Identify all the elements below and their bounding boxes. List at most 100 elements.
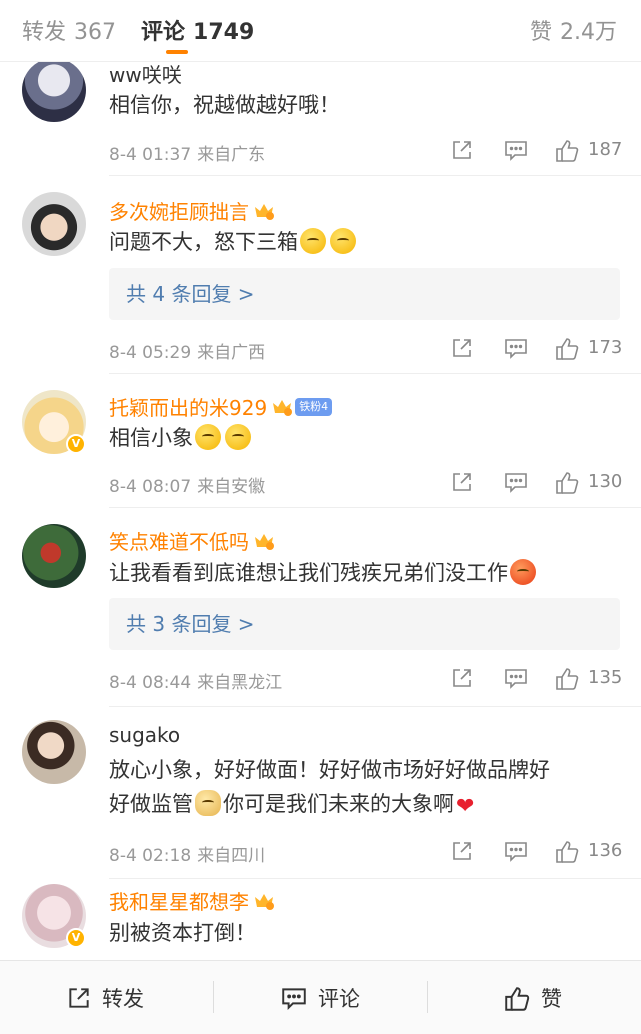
comment-text-content: 相信小象 bbox=[109, 426, 193, 450]
comment-time: 8-4 02:18 bbox=[109, 846, 192, 866]
emoji-icon bbox=[195, 424, 221, 450]
comment-meta: 8-4 08:44 来自黑龙江 bbox=[109, 668, 282, 693]
comment-text-content: 你可是我们未来的大象啊 bbox=[223, 792, 454, 816]
comment-author-name[interactable]: 多次婉拒顾拙言 bbox=[109, 196, 249, 225]
comment-location: 来自安徽 bbox=[197, 477, 266, 497]
comment-text: 相信你，祝越做越好哦！ bbox=[109, 93, 340, 117]
tab-comment[interactable]: 评论 1749 bbox=[141, 14, 254, 46]
like-icon bbox=[556, 338, 579, 360]
comment-text-line: 好做监管 你可是我们未来的大象啊❤ bbox=[109, 787, 629, 824]
avatar[interactable] bbox=[22, 62, 86, 122]
share-icon[interactable] bbox=[450, 839, 474, 865]
avatar[interactable] bbox=[22, 192, 86, 256]
divider bbox=[109, 175, 641, 176]
comment-author-name[interactable]: 笑点难道不低吗 bbox=[109, 526, 249, 555]
comment-time: 8-4 01:37 bbox=[109, 145, 192, 165]
like-button[interactable]: 135 bbox=[554, 666, 622, 692]
comment-actions: 173 bbox=[450, 336, 625, 362]
comment-location: 来自广西 bbox=[197, 343, 266, 363]
like-button[interactable]: 130 bbox=[554, 470, 622, 496]
like-button[interactable]: 173 bbox=[554, 336, 622, 362]
emoji-icon bbox=[300, 228, 326, 254]
comment-author[interactable]: sugako bbox=[109, 723, 180, 747]
like-count: 187 bbox=[588, 139, 623, 160]
share-icon[interactable] bbox=[450, 336, 474, 362]
share-icon[interactable] bbox=[450, 470, 474, 496]
comment-author[interactable]: ww咲咲 bbox=[109, 62, 182, 88]
comment-text-line: 放心小象，好好做面！好好做市场好好做品牌好 bbox=[109, 758, 550, 782]
like-icon bbox=[556, 668, 579, 690]
comment-text: 相信小象 bbox=[109, 421, 619, 455]
active-tab-indicator bbox=[166, 50, 188, 54]
comment-author[interactable]: 托颖而出的米929 铁粉4 bbox=[109, 392, 333, 421]
comment-author-name[interactable]: sugako bbox=[109, 723, 180, 747]
like-button[interactable]: 187 bbox=[554, 138, 622, 164]
comment-author[interactable]: 我和星星都想李 bbox=[109, 886, 275, 915]
comment-author[interactable]: 笑点难道不低吗 bbox=[109, 526, 275, 555]
fan-badge: 铁粉4 bbox=[295, 397, 333, 416]
comment-button[interactable]: 评论 bbox=[280, 985, 360, 1013]
verified-badge-icon: V bbox=[66, 928, 86, 948]
view-replies-button[interactable]: 共 4 条回复 > bbox=[109, 268, 620, 320]
divider bbox=[109, 373, 641, 374]
comment-icon[interactable] bbox=[503, 138, 529, 164]
crown-badge-icon bbox=[271, 397, 293, 417]
crown-badge-icon bbox=[253, 531, 275, 551]
verified-badge-icon: V bbox=[66, 434, 86, 454]
comment-icon[interactable] bbox=[503, 470, 529, 496]
comment-icon bbox=[282, 988, 306, 1011]
tab-repost-label: 转发 bbox=[22, 20, 67, 45]
comment-tabs: 转发 367 评论 1749 赞 2.4万 bbox=[0, 0, 641, 62]
comment-author-name[interactable]: 托颖而出的米929 bbox=[109, 392, 267, 421]
divider bbox=[109, 507, 641, 508]
share-icon[interactable] bbox=[450, 138, 474, 164]
divider bbox=[109, 878, 641, 879]
comment-actions: 130 bbox=[450, 470, 625, 496]
like-button[interactable]: 赞 bbox=[503, 985, 562, 1013]
comment-actions: 135 bbox=[450, 666, 625, 692]
like-count: 136 bbox=[588, 840, 623, 861]
doge-emoji-icon bbox=[195, 790, 221, 816]
comment-text-content: 让我看看到底谁想让我们残疾兄弟们没工作 bbox=[109, 561, 508, 585]
like-icon bbox=[556, 841, 579, 863]
avatar[interactable] bbox=[22, 720, 86, 784]
tab-like-label: 赞 bbox=[530, 20, 553, 45]
tab-repost[interactable]: 转发 367 bbox=[22, 14, 116, 46]
emoji-icon bbox=[225, 424, 251, 450]
comment-author-name[interactable]: ww咲咲 bbox=[109, 62, 182, 88]
view-replies-button[interactable]: 共 3 条回复 > bbox=[109, 598, 620, 650]
divider bbox=[427, 981, 428, 1013]
comment-meta: 8-4 01:37 来自广东 bbox=[109, 140, 265, 165]
like-label: 赞 bbox=[541, 987, 562, 1011]
like-icon bbox=[505, 987, 530, 1011]
comment-author-name[interactable]: 我和星星都想李 bbox=[109, 886, 249, 915]
share-icon[interactable] bbox=[450, 666, 474, 692]
like-icon bbox=[556, 472, 579, 494]
tab-repost-count: 367 bbox=[74, 20, 117, 45]
repost-button[interactable]: 转发 bbox=[66, 985, 144, 1013]
comment-meta: 8-4 05:29 来自广西 bbox=[109, 338, 265, 363]
comment-icon[interactable] bbox=[503, 839, 529, 865]
comment-location: 来自黑龙江 bbox=[197, 673, 283, 693]
comment-author[interactable]: 多次婉拒顾拙言 bbox=[109, 196, 275, 225]
divider bbox=[109, 706, 641, 707]
comment-text: 让我看看到底谁想让我们残疾兄弟们没工作 bbox=[109, 556, 619, 590]
repost-label: 转发 bbox=[102, 987, 144, 1011]
like-count: 173 bbox=[588, 337, 623, 358]
comment-actions: 136 bbox=[450, 839, 625, 865]
comment-list[interactable]: ww咲咲 相信你，祝越做越好哦！ 8-4 01:37 来自广东 187 多次婉拒顾… bbox=[0, 62, 641, 960]
avatar[interactable] bbox=[22, 524, 86, 588]
tab-like[interactable]: 赞 2.4万 bbox=[530, 14, 617, 46]
comment-icon[interactable] bbox=[503, 666, 529, 692]
comment-icon[interactable] bbox=[503, 336, 529, 362]
comment-actions: 187 bbox=[450, 138, 625, 164]
comment-time: 8-4 08:07 bbox=[109, 477, 192, 497]
comment-label: 评论 bbox=[318, 987, 360, 1011]
comment-time: 8-4 05:29 bbox=[109, 343, 192, 363]
comment-location: 来自广东 bbox=[197, 145, 266, 165]
comment-text: 放心小象，好好做面！好好做市场好好做品牌好 好做监管 你可是我们未来的大象啊❤ bbox=[109, 753, 629, 824]
like-button[interactable]: 136 bbox=[554, 839, 622, 865]
emoji-icon bbox=[510, 559, 536, 585]
comment-location: 来自四川 bbox=[197, 846, 266, 866]
like-count: 130 bbox=[588, 471, 623, 492]
